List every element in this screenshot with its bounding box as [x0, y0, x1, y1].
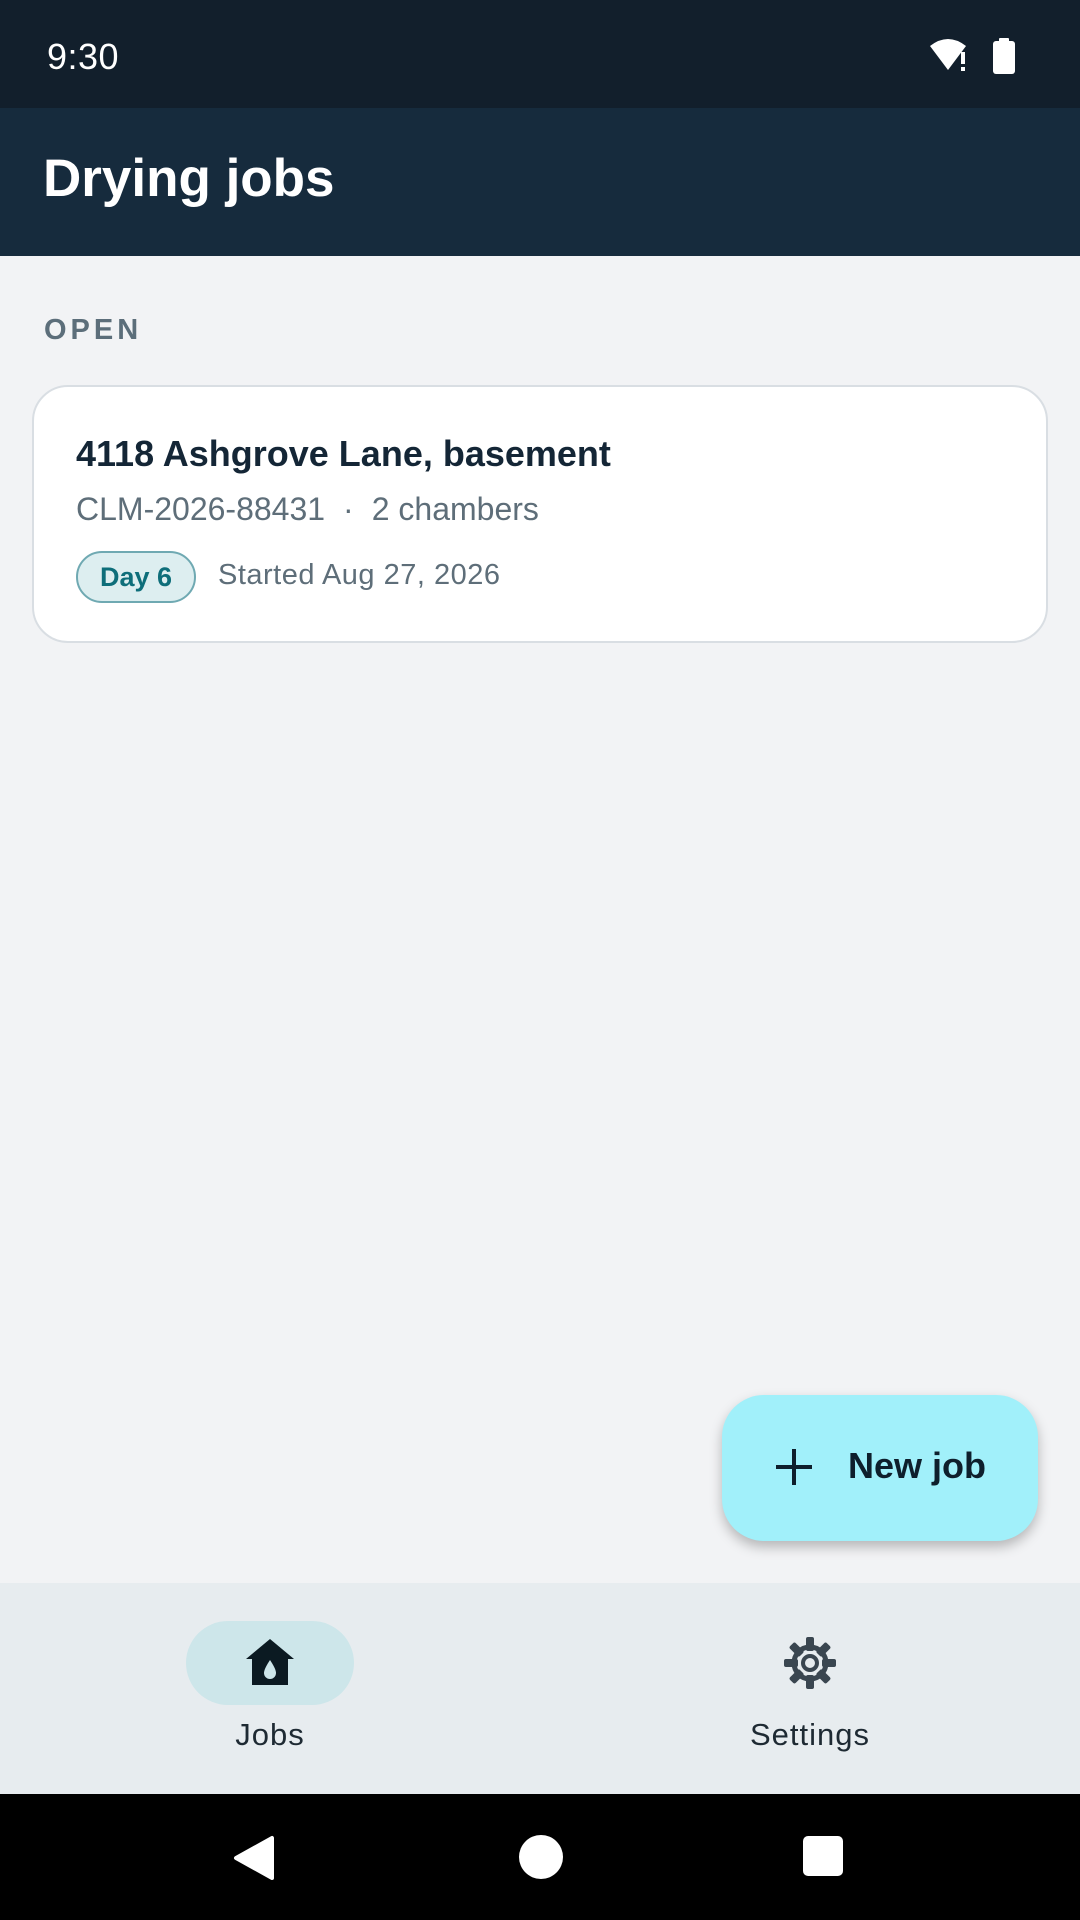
page-title: Drying jobs: [43, 149, 335, 208]
nav-item-jobs[interactable]: Jobs: [0, 1583, 540, 1794]
recents-icon[interactable]: [801, 1834, 845, 1878]
new-job-label: New job: [848, 1445, 987, 1486]
bottom-nav: Jobs Settings: [0, 1583, 1080, 1794]
battery-icon: [993, 38, 1015, 74]
app-bar: Drying jobs: [0, 108, 1080, 256]
job-claim-number: CLM-2026-88431: [76, 491, 326, 527]
gear-icon: [784, 1637, 836, 1689]
job-address: 4118 Ashgrove Lane, basement: [76, 433, 611, 474]
job-started-date: Started Aug 27, 2026: [218, 559, 501, 591]
screen: 9:30 Drying jobs OPEN 4118 Ashgrove Lane…: [0, 0, 1080, 1920]
home-drop-icon: [246, 1639, 294, 1685]
nav-label-jobs: Jobs: [235, 1717, 305, 1752]
job-chambers: 2 chambers: [371, 491, 539, 527]
status-icons: [920, 0, 1080, 108]
wifi-alert-icon: [930, 39, 966, 71]
nav-item-settings[interactable]: Settings: [540, 1583, 1080, 1794]
section-header-open: OPEN: [44, 314, 143, 346]
plus-icon: [776, 1449, 812, 1485]
nav-label-settings: Settings: [749, 1717, 870, 1752]
job-card[interactable]: 4118 Ashgrove Lane, basement CLM-2026-88…: [32, 385, 1048, 643]
status-bar: 9:30: [0, 0, 1080, 108]
status-time: 9:30: [47, 36, 120, 77]
home-icon[interactable]: [518, 1834, 564, 1880]
day-badge: Day 6: [76, 551, 196, 603]
back-icon[interactable]: [230, 1834, 278, 1882]
new-job-button[interactable]: New job: [722, 1395, 1038, 1541]
meta-separator: ·: [343, 491, 354, 527]
system-nav-bar: [0, 1794, 1080, 1920]
job-meta: CLM-2026-88431 · 2 chambers: [76, 491, 539, 528]
